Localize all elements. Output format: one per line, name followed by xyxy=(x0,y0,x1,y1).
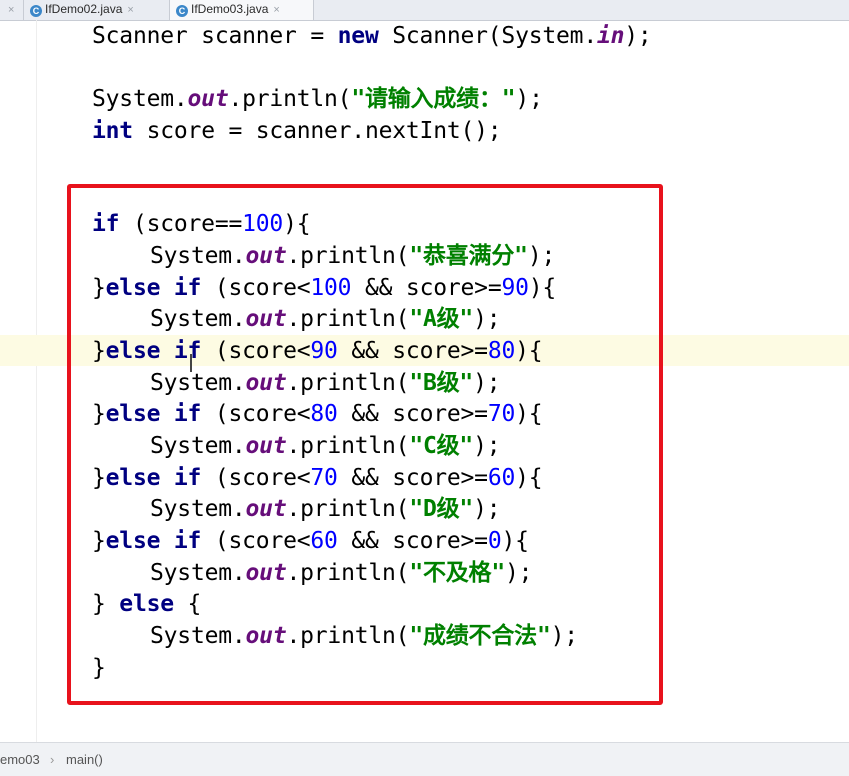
text-cursor-icon xyxy=(190,354,196,372)
code-line: int score = scanner.nextInt(); xyxy=(92,118,502,144)
breadcrumb-separator-icon: › xyxy=(50,752,55,767)
code-line: System.out.println("请输入成绩："); xyxy=(92,86,543,112)
breadcrumb-method[interactable]: main() xyxy=(66,743,103,776)
breadcrumb: emo03 › main() xyxy=(0,742,849,776)
code-line: Scanner scanner = new Scanner(System.in)… xyxy=(92,23,652,49)
breadcrumb-class[interactable]: emo03 xyxy=(0,743,40,776)
highlight-annotation-box xyxy=(67,184,663,705)
